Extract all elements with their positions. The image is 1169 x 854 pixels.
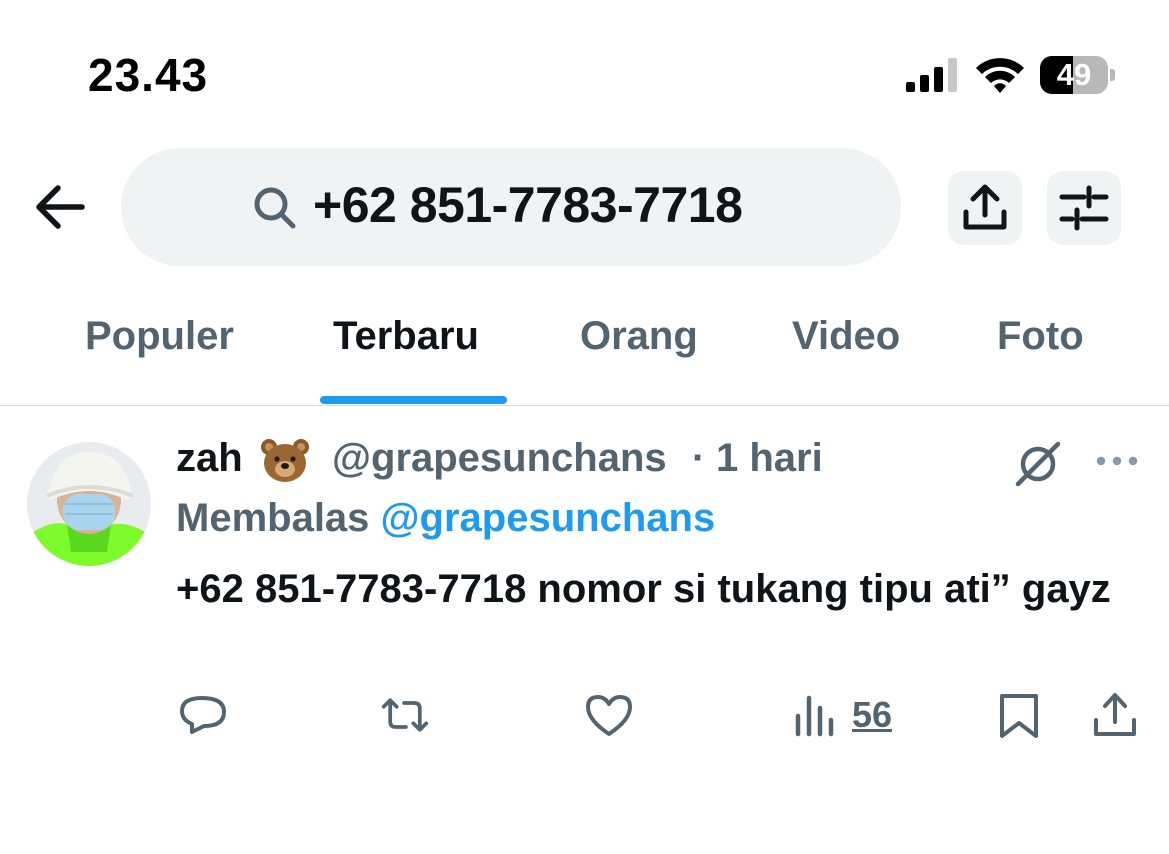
tweet-text: +62 851-7783-7718 nomor si tukang tipu a… [176, 567, 1111, 611]
bookmark-icon [1000, 694, 1038, 738]
battery-level: 49 [1056, 57, 1092, 92]
active-tab-indicator [320, 396, 507, 404]
views-button[interactable] [793, 690, 843, 740]
battery-indicator: 49 [1040, 56, 1116, 94]
heart-icon [586, 695, 632, 736]
views-chart-icon [795, 695, 834, 737]
search-tabs: Populer Terbaru Orang Video Foto [0, 300, 1169, 406]
reply-mention-link[interactable]: @grapesunchans [381, 496, 716, 540]
tweet-timestamp[interactable]: 1 hari [716, 436, 823, 481]
search-filter-button[interactable] [1047, 171, 1121, 245]
bear-face-icon [261, 439, 309, 482]
search-icon [254, 187, 296, 229]
status-time: 23.43 [88, 49, 209, 101]
sliders-icon [1059, 185, 1109, 231]
more-options-icon[interactable] [1094, 446, 1140, 476]
separator-dot: · [692, 436, 706, 480]
avatar[interactable] [27, 442, 151, 566]
reply-button[interactable] [178, 690, 228, 740]
views-count[interactable]: 56 [852, 694, 892, 736]
tab-foto[interactable]: Foto [997, 314, 1084, 359]
share-button[interactable] [1090, 690, 1140, 740]
bookmark-button[interactable] [994, 690, 1044, 740]
cellular-signal-icon [906, 58, 957, 92]
tab-terbaru[interactable]: Terbaru [333, 314, 479, 359]
retweet-button[interactable] [380, 690, 430, 740]
wifi-icon [976, 58, 1024, 93]
share-icon [1094, 693, 1136, 736]
tab-video[interactable]: Video [792, 314, 900, 359]
tab-populer[interactable]: Populer [85, 314, 234, 359]
search-query: +62 851-7783-7718 [313, 177, 743, 233]
share-search-button[interactable] [948, 171, 1022, 245]
reply-prefix: Membalas [176, 496, 370, 540]
arrow-left-icon[interactable] [34, 184, 86, 230]
display-name[interactable]: zah [176, 436, 243, 481]
reply-bubble-icon [180, 696, 226, 734]
like-button[interactable] [584, 690, 634, 740]
retweet-icon [381, 698, 429, 732]
divider [0, 405, 1169, 406]
grok-icon[interactable] [1014, 438, 1064, 488]
share-icon [963, 184, 1007, 230]
reply-context: Membalas @grapesunchans [176, 496, 715, 541]
tab-orang[interactable]: Orang [580, 314, 698, 359]
search-input[interactable]: +62 851-7783-7718 [121, 148, 901, 266]
user-handle[interactable]: @grapesunchans [332, 436, 667, 481]
